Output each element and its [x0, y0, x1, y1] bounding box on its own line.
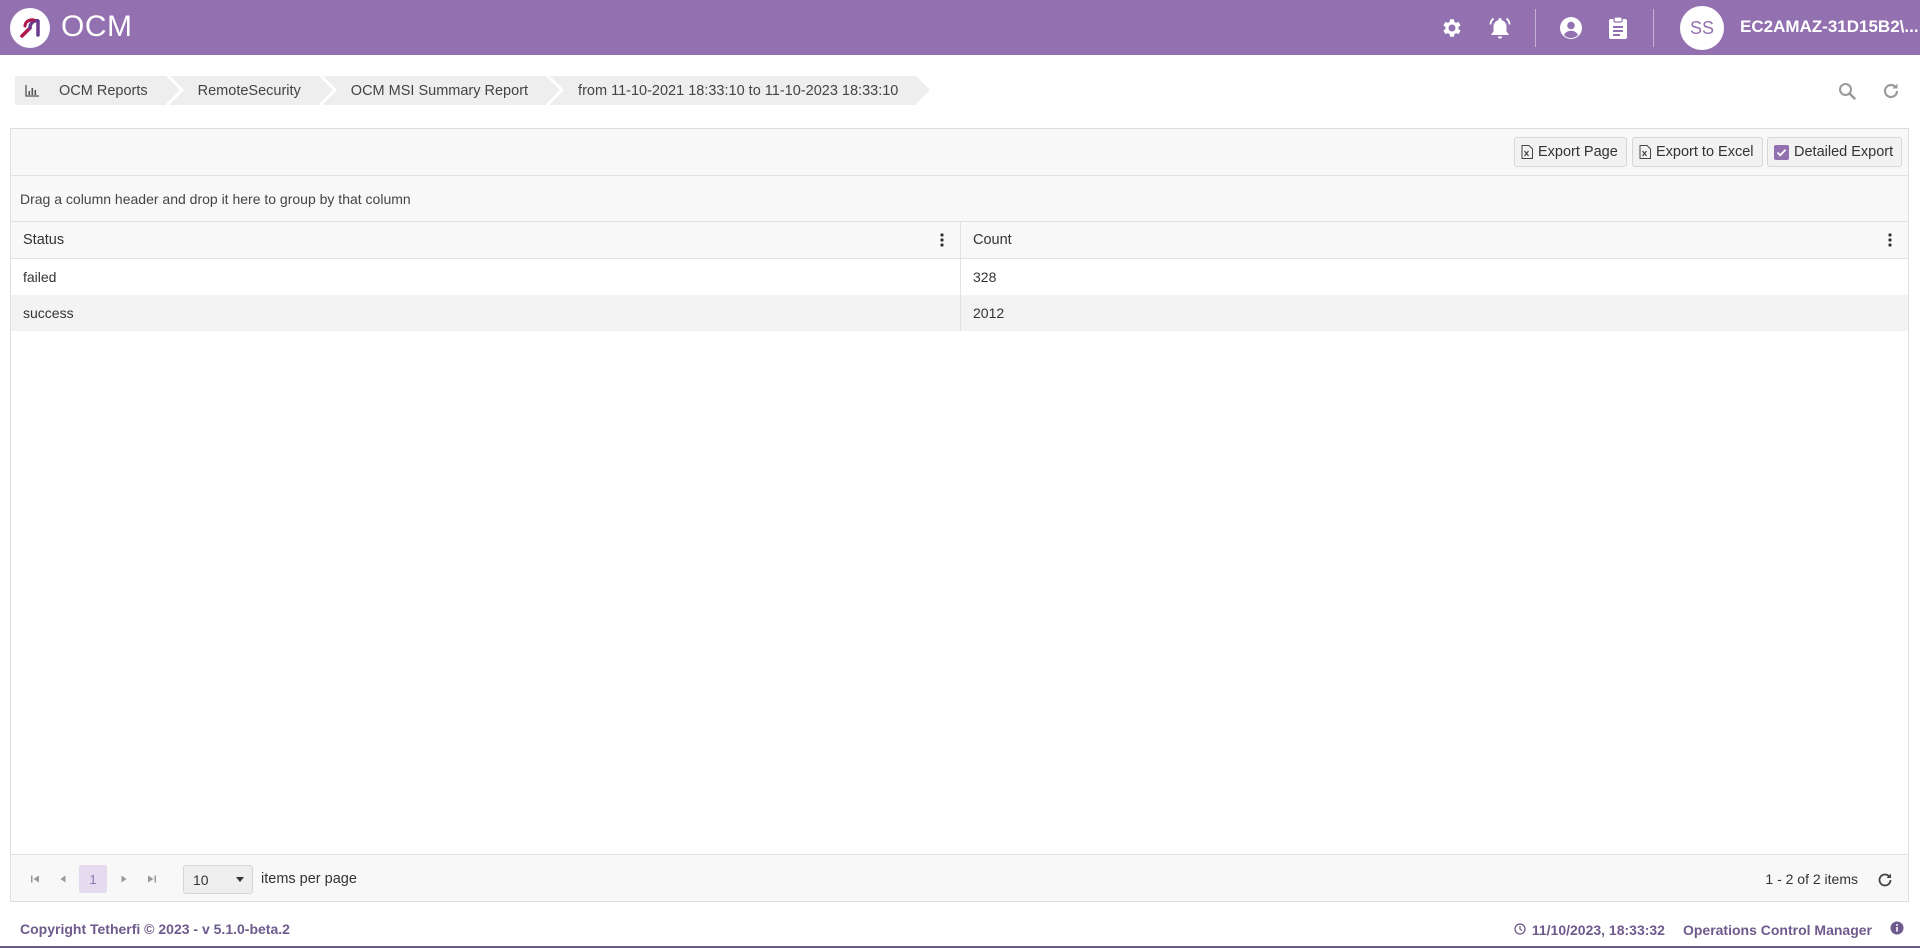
breadcrumb-label: RemoteSecurity: [197, 82, 301, 99]
breadcrumb-item-report[interactable]: OCM MSI Summary Report: [322, 76, 561, 105]
breadcrumb-item-date-range[interactable]: from 11-10-2021 18:33:10 to 11-10-2023 1…: [550, 76, 931, 105]
bar-chart-icon: [25, 84, 39, 97]
items-per-page-label: items per page: [261, 871, 357, 887]
grid-toolbar: Export Page Export to Excel Detailed Exp…: [11, 129, 1908, 176]
previous-page-icon[interactable]: [49, 865, 77, 893]
table-row[interactable]: failed 328: [11, 259, 1908, 295]
export-page-button[interactable]: Export Page: [1514, 137, 1627, 167]
breadcrumb: OCM Reports RemoteSecurity OCM MSI Summa…: [15, 76, 931, 105]
footer-product: Operations Control Manager: [1682, 921, 1872, 938]
breadcrumb-label: OCM Reports: [59, 82, 148, 99]
table-row[interactable]: success 2012: [11, 295, 1908, 331]
breadcrumb-label: from 11-10-2021 18:33:10 to 11-10-2023 1…: [578, 82, 899, 99]
breadcrumb-item-remotesecurity[interactable]: RemoteSecurity: [169, 76, 333, 105]
detailed-export-label: Detailed Export: [1794, 144, 1894, 160]
export-excel-button[interactable]: Export to Excel: [1632, 137, 1763, 167]
info-icon[interactable]: [1890, 921, 1904, 938]
excel-file-icon: [1521, 145, 1533, 159]
page-size-select[interactable]: 10: [183, 865, 253, 894]
column-header-label: Status: [23, 232, 65, 248]
next-page-icon[interactable]: [110, 865, 138, 893]
table-header: Status Count: [11, 222, 1908, 259]
clipboard-icon[interactable]: [1605, 15, 1631, 41]
header-divider: [1535, 9, 1536, 47]
bell-icon[interactable]: [1487, 15, 1513, 41]
column-header-count[interactable]: Count: [961, 222, 1908, 258]
refresh-icon[interactable]: [1876, 871, 1894, 889]
pager-info: 1 - 2 of 2 items: [1765, 871, 1858, 887]
report-grid: Export Page Export to Excel Detailed Exp…: [10, 128, 1909, 902]
user-circle-icon[interactable]: [1558, 15, 1584, 41]
status-cell: failed: [11, 259, 961, 295]
page-number-button[interactable]: 1: [79, 865, 107, 893]
avatar[interactable]: SS: [1680, 6, 1724, 50]
group-drop-area[interactable]: Drag a column header and drop it here to…: [11, 176, 1908, 222]
chevron-down-icon: [236, 877, 244, 882]
clock-icon: [1514, 922, 1526, 938]
top-bar: OCM SS EC2AMAZ-31D15B2\...: [0, 0, 1920, 55]
footer-status: 11/10/2023, 18:33:32 Operations Control …: [1514, 921, 1904, 938]
count-cell: 2012: [973, 305, 1005, 321]
excel-file-icon: [1639, 145, 1651, 159]
last-page-icon[interactable]: [138, 865, 166, 893]
logo-icon: [20, 18, 40, 38]
logo[interactable]: [10, 8, 50, 48]
group-hint: Drag a column header and drop it here to…: [20, 190, 411, 207]
header-divider: [1653, 9, 1654, 47]
column-header-status[interactable]: Status: [11, 222, 961, 258]
refresh-icon[interactable]: [1881, 81, 1901, 101]
export-excel-label: Export to Excel: [1656, 144, 1754, 160]
footer-datetime: 11/10/2023, 18:33:32: [1531, 921, 1665, 938]
export-page-label: Export Page: [1538, 144, 1618, 160]
pager: 1 10 items per page 1 - 2 of 2 items: [11, 854, 1908, 901]
breadcrumb-label: OCM MSI Summary Report: [350, 82, 529, 99]
app-name: OCM: [61, 10, 133, 43]
username[interactable]: EC2AMAZ-31D15B2\...: [1740, 17, 1918, 37]
checkbox-checked-icon: [1774, 144, 1789, 160]
page-size-value: 10: [193, 871, 209, 888]
status-cell: success: [11, 295, 961, 331]
column-header-label: Count: [973, 232, 1012, 248]
first-page-icon[interactable]: [21, 865, 49, 893]
gear-icon[interactable]: [1439, 15, 1465, 41]
breadcrumb-item-ocm-reports[interactable]: OCM Reports: [15, 76, 180, 105]
column-menu-icon[interactable]: [934, 232, 950, 248]
search-icon[interactable]: [1837, 81, 1857, 101]
copyright: Copyright Tetherfi © 2023 - v 5.1.0-beta…: [20, 921, 290, 937]
count-cell: 328: [973, 269, 997, 285]
detailed-export-checkbox[interactable]: Detailed Export: [1767, 137, 1903, 167]
column-menu-icon[interactable]: [1882, 232, 1898, 248]
